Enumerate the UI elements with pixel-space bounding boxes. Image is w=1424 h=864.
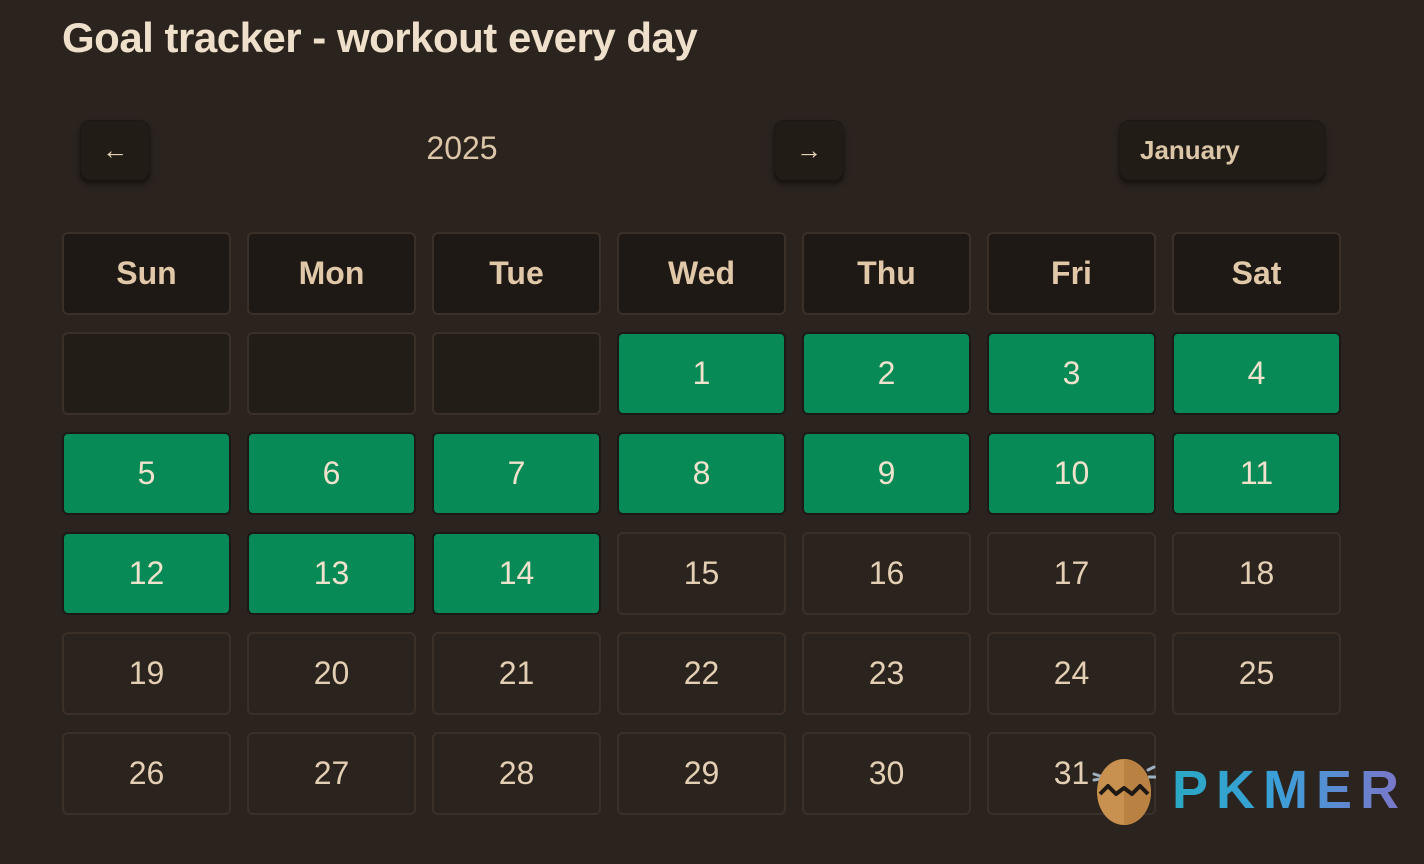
next-year-button[interactable]: →: [774, 120, 844, 180]
day-cell-completed[interactable]: 5: [62, 432, 231, 515]
day-cell[interactable]: 18: [1172, 532, 1341, 615]
day-cell[interactable]: 19: [62, 632, 231, 715]
watermark-logo: PKMER: [1092, 752, 1407, 828]
month-select[interactable]: January: [1119, 120, 1325, 180]
empty-day-cell: [432, 332, 601, 415]
day-cell-completed[interactable]: 6: [247, 432, 416, 515]
weekday-header: Wed: [617, 232, 786, 315]
day-cell[interactable]: 24: [987, 632, 1156, 715]
day-cell[interactable]: 23: [802, 632, 971, 715]
day-cell[interactable]: 30: [802, 732, 971, 815]
day-cell[interactable]: 29: [617, 732, 786, 815]
day-cell[interactable]: 26: [62, 732, 231, 815]
day-cell-completed[interactable]: 4: [1172, 332, 1341, 415]
weekday-header: Tue: [432, 232, 601, 315]
day-cell-completed[interactable]: 2: [802, 332, 971, 415]
day-cell[interactable]: 27: [247, 732, 416, 815]
day-cell[interactable]: 25: [1172, 632, 1341, 715]
day-cell-completed[interactable]: 10: [987, 432, 1156, 515]
weekday-header: Fri: [987, 232, 1156, 315]
year-label: 2025: [426, 130, 498, 166]
arrow-left-icon: ←: [102, 134, 128, 165]
empty-day-cell: [62, 332, 231, 415]
weekday-header: Thu: [802, 232, 971, 315]
day-cell[interactable]: 15: [617, 532, 786, 615]
day-cell-completed[interactable]: 8: [617, 432, 786, 515]
day-cell-completed[interactable]: 11: [1172, 432, 1341, 515]
previous-year-button[interactable]: ←: [80, 120, 150, 180]
day-cell-completed[interactable]: 1: [617, 332, 786, 415]
day-cell-completed[interactable]: 3: [987, 332, 1156, 415]
egg-logo-icon: [1092, 759, 1156, 825]
day-cell[interactable]: 22: [617, 632, 786, 715]
day-cell[interactable]: 28: [432, 732, 601, 815]
day-cell-completed[interactable]: 13: [247, 532, 416, 615]
watermark-text: PKMER: [1172, 760, 1408, 820]
day-cell[interactable]: 16: [802, 532, 971, 615]
weekday-header: Sun: [62, 232, 231, 315]
day-cell[interactable]: 17: [987, 532, 1156, 615]
day-cell-completed[interactable]: 7: [432, 432, 601, 515]
day-cell-completed[interactable]: 9: [802, 432, 971, 515]
month-select-value: January: [1140, 134, 1240, 165]
empty-day-cell: [247, 332, 416, 415]
calendar-grid: Sun Mon Tue Wed Thu Fri Sat 1 2 3 4 5 6 7 8 9 10 1…: [62, 232, 1341, 815]
day-cell[interactable]: 21: [432, 632, 601, 715]
weekday-header: Mon: [247, 232, 416, 315]
day-cell-completed[interactable]: 12: [62, 532, 231, 615]
day-cell-completed[interactable]: 14: [432, 532, 601, 615]
arrow-right-icon: →: [796, 134, 822, 165]
weekday-header: Sat: [1172, 232, 1341, 315]
page-title: Goal tracker - workout every day: [62, 14, 698, 61]
day-cell[interactable]: 20: [247, 632, 416, 715]
